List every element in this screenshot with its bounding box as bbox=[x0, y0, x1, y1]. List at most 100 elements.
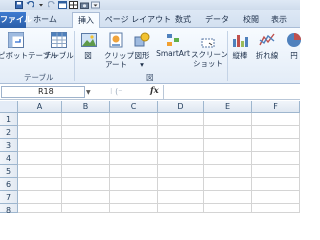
window-icon[interactable] bbox=[58, 1, 67, 9]
cell[interactable] bbox=[252, 139, 300, 152]
column-chart-label: 縦棒 bbox=[232, 51, 248, 60]
select-all-corner[interactable] bbox=[0, 101, 18, 113]
tab-data[interactable]: データ bbox=[205, 12, 229, 28]
undo-icon[interactable] bbox=[25, 1, 34, 9]
cell[interactable] bbox=[18, 139, 62, 152]
cell[interactable] bbox=[204, 113, 252, 126]
column-header[interactable]: C bbox=[110, 101, 158, 113]
cell[interactable] bbox=[62, 191, 110, 204]
cell[interactable] bbox=[252, 152, 300, 165]
cell[interactable] bbox=[158, 204, 204, 213]
smartart-icon bbox=[167, 34, 179, 46]
pie-chart-label: 円 bbox=[290, 51, 298, 60]
cell[interactable] bbox=[252, 126, 300, 139]
line-chart-button[interactable]: 折れ線 bbox=[252, 31, 282, 60]
cell[interactable] bbox=[18, 152, 62, 165]
cell[interactable] bbox=[158, 126, 204, 139]
cell[interactable] bbox=[18, 204, 62, 213]
smartart-button[interactable]: SmartArt bbox=[156, 33, 190, 58]
cell[interactable] bbox=[204, 126, 252, 139]
row-header[interactable]: 5 bbox=[0, 165, 18, 178]
cell[interactable] bbox=[62, 113, 110, 126]
cell[interactable] bbox=[18, 178, 62, 191]
tab-formulas[interactable]: 数式 bbox=[172, 12, 194, 28]
column-header[interactable]: E bbox=[204, 101, 252, 113]
tab-page-layout[interactable]: ページ レイアウト bbox=[104, 12, 172, 28]
table-button[interactable]: テーブル bbox=[43, 31, 75, 60]
name-box[interactable]: R18 bbox=[1, 86, 85, 98]
cell[interactable] bbox=[110, 178, 158, 191]
customize-icon[interactable] bbox=[91, 1, 100, 9]
formula-input[interactable] bbox=[163, 85, 300, 99]
clip-art-icon bbox=[109, 32, 123, 48]
cell[interactable] bbox=[204, 152, 252, 165]
line-chart-icon bbox=[259, 33, 275, 46]
tab-insert[interactable]: 挿入 bbox=[72, 12, 100, 29]
cell[interactable] bbox=[62, 204, 110, 213]
tab-home[interactable]: ホーム bbox=[28, 12, 62, 28]
tab-file[interactable]: ファイル bbox=[0, 12, 32, 28]
grid-icon[interactable] bbox=[69, 1, 78, 9]
picture-button[interactable]: 図 bbox=[80, 31, 97, 60]
row-header[interactable]: 6 bbox=[0, 178, 18, 191]
cell[interactable] bbox=[204, 191, 252, 204]
shapes-button[interactable]: 図形 ▾ bbox=[132, 31, 152, 69]
screenshot-button[interactable]: スクリーン ショット bbox=[191, 38, 228, 68]
row-header[interactable]: 3 bbox=[0, 139, 18, 152]
cell[interactable] bbox=[110, 113, 158, 126]
cell[interactable] bbox=[158, 178, 204, 191]
cell[interactable] bbox=[18, 126, 62, 139]
cell[interactable] bbox=[158, 191, 204, 204]
cell[interactable] bbox=[204, 204, 252, 213]
cell[interactable] bbox=[252, 165, 300, 178]
clip-art-button[interactable]: クリップ アート bbox=[104, 31, 134, 69]
cell[interactable] bbox=[252, 178, 300, 191]
save-icon[interactable] bbox=[14, 1, 23, 9]
column-header[interactable]: A bbox=[18, 101, 62, 113]
cell[interactable] bbox=[204, 178, 252, 191]
column-header[interactable]: F bbox=[252, 101, 300, 113]
tab-review[interactable]: 校閲 bbox=[240, 12, 262, 28]
worksheet-grid[interactable]: A B C D E F 1 2 3 4 5 6 7 8 bbox=[0, 101, 300, 215]
row-header[interactable]: 8 bbox=[0, 204, 18, 215]
cell[interactable] bbox=[252, 204, 300, 213]
cell[interactable] bbox=[62, 178, 110, 191]
insert-function-button[interactable]: fx bbox=[150, 86, 159, 96]
chevron-down-icon[interactable]: ▼ bbox=[86, 89, 91, 96]
cell[interactable] bbox=[252, 191, 300, 204]
column-header[interactable]: D bbox=[158, 101, 204, 113]
column-chart-button[interactable]: 縦棒 bbox=[230, 31, 250, 60]
redo-icon[interactable] bbox=[47, 1, 56, 9]
pie-chart-button[interactable]: 円 bbox=[284, 31, 304, 60]
cell[interactable] bbox=[110, 152, 158, 165]
cell[interactable] bbox=[62, 139, 110, 152]
tab-view[interactable]: 表示 bbox=[268, 12, 290, 28]
title-bar bbox=[0, 0, 300, 10]
cell[interactable] bbox=[110, 139, 158, 152]
chevron-down-icon[interactable] bbox=[36, 1, 45, 9]
row-header[interactable]: 4 bbox=[0, 152, 18, 165]
cell[interactable] bbox=[158, 113, 204, 126]
column-header[interactable]: B bbox=[62, 101, 110, 113]
cell[interactable] bbox=[62, 126, 110, 139]
cell[interactable] bbox=[62, 165, 110, 178]
cell[interactable] bbox=[204, 165, 252, 178]
pivot-table-button[interactable]: ピボットテーブル bbox=[0, 31, 58, 60]
camera-icon[interactable] bbox=[80, 1, 89, 9]
cell[interactable] bbox=[110, 126, 158, 139]
cell[interactable] bbox=[204, 139, 252, 152]
cell[interactable] bbox=[18, 165, 62, 178]
cell[interactable] bbox=[158, 152, 204, 165]
cell[interactable] bbox=[158, 165, 204, 178]
cell[interactable] bbox=[252, 113, 300, 126]
cell[interactable] bbox=[110, 204, 158, 213]
cell[interactable] bbox=[18, 191, 62, 204]
cell[interactable] bbox=[62, 152, 110, 165]
cell[interactable] bbox=[110, 191, 158, 204]
cell[interactable] bbox=[158, 139, 204, 152]
row-header[interactable]: 2 bbox=[0, 126, 18, 139]
cell[interactable] bbox=[110, 165, 158, 178]
row-header[interactable]: 7 bbox=[0, 191, 18, 204]
row-header[interactable]: 1 bbox=[0, 113, 18, 126]
cell[interactable] bbox=[18, 113, 62, 126]
